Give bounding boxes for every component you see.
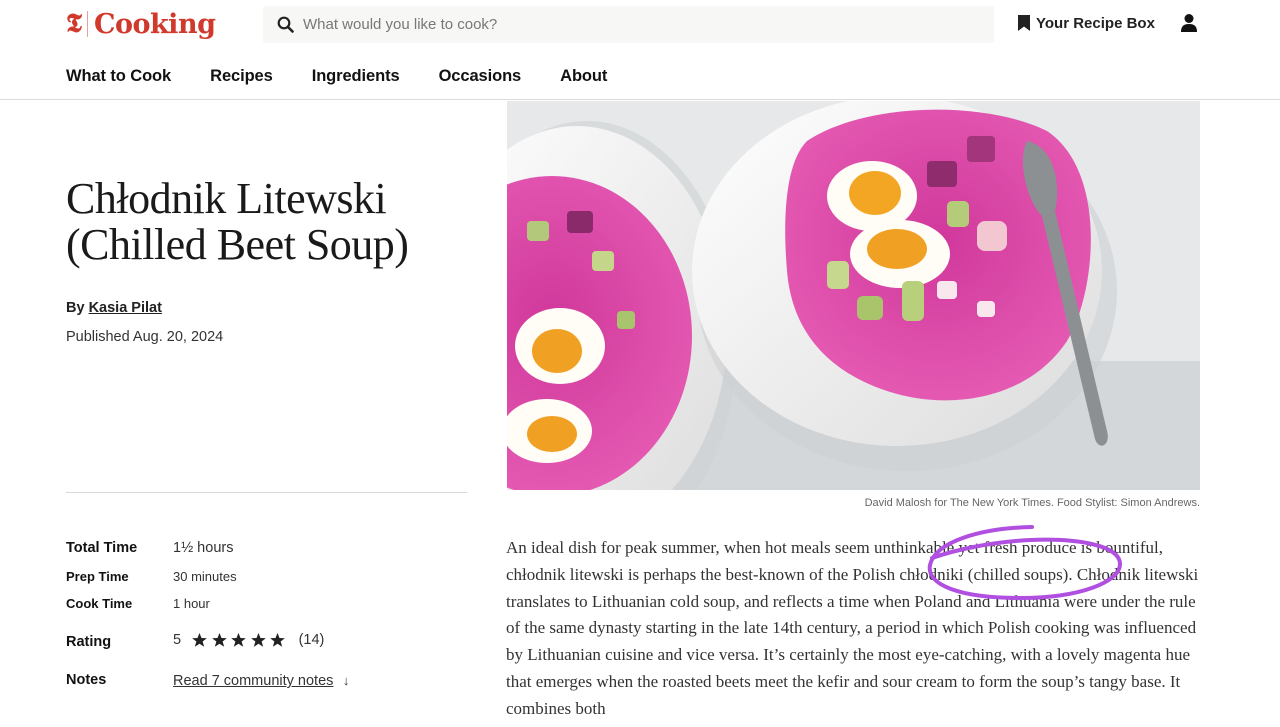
community-notes-link[interactable]: Read 7 community notes xyxy=(173,673,333,689)
logo-wordmark: Cooking xyxy=(93,8,216,40)
top-bar: 𝕿 Cooking Your Recipe Box xyxy=(0,0,1280,48)
notes-label: Notes xyxy=(66,672,107,688)
nyt-t-logo-icon: 𝕿 xyxy=(66,9,82,39)
recipe-description: An ideal dish for peak summer, when hot … xyxy=(506,538,1199,718)
logo-divider xyxy=(86,11,88,37)
image-caption: David Malosh for The New York Times. Foo… xyxy=(864,497,1200,509)
total-time-label: Total Time xyxy=(66,540,138,556)
prep-time-label: Prep Time xyxy=(66,569,129,584)
arrow-down-icon: ↓ xyxy=(342,673,350,688)
main-nav: What to Cook Recipes Ingredients Occasio… xyxy=(66,62,646,90)
rating-stars xyxy=(191,632,289,648)
rating-count: (14) xyxy=(298,632,325,648)
star-icon xyxy=(211,633,227,647)
nav-what-to-cook[interactable]: What to Cook xyxy=(66,67,171,86)
search-input[interactable] xyxy=(303,16,953,33)
prep-time-value: 30 minutes xyxy=(173,569,237,584)
rating-number: 5 xyxy=(173,632,182,648)
bookmark-icon xyxy=(1018,15,1030,31)
recipe-hero-image xyxy=(507,101,1200,490)
total-time-value: 1½ hours xyxy=(173,540,234,556)
header-divider xyxy=(0,99,1280,100)
recipe-title-line1: Chłodnik Litewski xyxy=(66,174,387,223)
stats-divider xyxy=(66,492,467,493)
nav-ingredients[interactable]: Ingredients xyxy=(312,67,400,86)
user-icon[interactable] xyxy=(1180,13,1198,33)
recipe-title: Chłodnik Litewski (Chilled Beet Soup) xyxy=(66,176,486,268)
star-icon xyxy=(250,633,266,647)
nav-about[interactable]: About xyxy=(560,67,607,86)
nyt-cooking-logo[interactable]: 𝕿 Cooking xyxy=(66,6,216,42)
recipe-box-link[interactable]: Your Recipe Box xyxy=(1018,12,1155,34)
search-bar[interactable] xyxy=(263,6,994,43)
cook-time-label: Cook Time xyxy=(66,596,133,611)
star-icon xyxy=(231,633,246,647)
nav-occasions[interactable]: Occasions xyxy=(439,67,522,86)
rating-value-row[interactable]: 5 (14) xyxy=(173,632,324,648)
beet-soup-illustration xyxy=(507,101,1200,490)
star-icon xyxy=(192,633,207,647)
byline: By Kasia Pilat xyxy=(66,300,162,316)
published-date: Published Aug. 20, 2024 xyxy=(66,329,224,345)
rating-label: Rating xyxy=(66,634,112,650)
star-icon xyxy=(270,633,285,647)
byline-prefix: By xyxy=(66,300,85,316)
notes-value: Read 7 community notes ↓ xyxy=(173,672,349,690)
author-link[interactable]: Kasia Pilat xyxy=(89,300,162,316)
recipe-title-line2: (Chilled Beet Soup) xyxy=(66,220,409,269)
recipe-box-label: Your Recipe Box xyxy=(1036,14,1155,32)
cook-time-value: 1 hour xyxy=(173,596,210,611)
nav-recipes[interactable]: Recipes xyxy=(210,67,273,86)
search-icon[interactable] xyxy=(275,15,295,35)
